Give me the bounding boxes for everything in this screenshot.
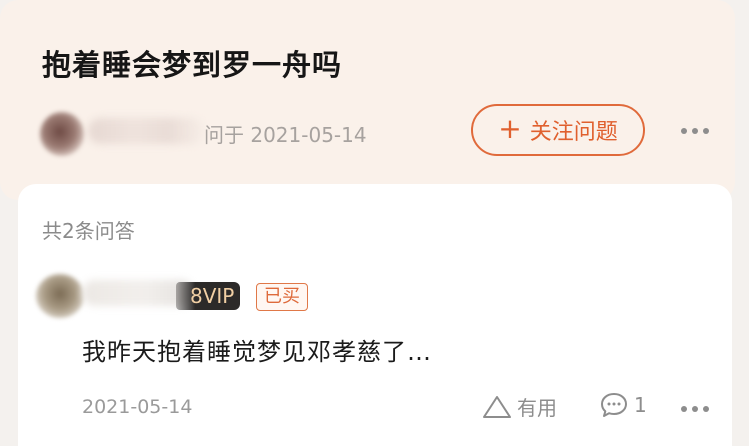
comment-bubble-icon xyxy=(600,392,628,418)
useful-button[interactable]: 有用 xyxy=(482,392,557,421)
answer-date: 2021-05-14 xyxy=(82,396,193,418)
answerer-avatar[interactable] xyxy=(36,274,84,318)
comment-count: 1 xyxy=(634,393,647,417)
answers-card: 共2条问答 8VIP 已买 我昨天抱着睡觉梦见邓孝慈了… 2021-05-14 … xyxy=(18,184,732,446)
follow-button-label: 关注问题 xyxy=(529,120,618,145)
question-card: 抱着睡会梦到罗一舟吗 问于 2021-05-14 + 关注问题 xyxy=(0,0,735,200)
answer-excerpt[interactable]: 我昨天抱着睡觉梦见邓孝慈了… xyxy=(82,332,432,367)
follow-question-button[interactable]: + 关注问题 xyxy=(471,104,645,156)
question-title: 抱着睡会梦到罗一舟吗 xyxy=(42,48,343,82)
useful-label: 有用 xyxy=(517,396,557,420)
answer-count: 共2条问答 xyxy=(42,219,135,243)
answer-more-icon[interactable] xyxy=(681,406,709,412)
comment-button[interactable]: 1 xyxy=(600,392,647,418)
triangle-up-icon xyxy=(482,395,512,419)
qa-page: 抱着睡会梦到罗一舟吗 问于 2021-05-14 + 关注问题 共2条问答 8V… xyxy=(0,0,749,446)
plus-icon: + xyxy=(498,111,522,145)
purchased-badge: 已买 xyxy=(256,283,308,311)
question-more-icon[interactable] xyxy=(681,128,709,134)
asker-name-redacted xyxy=(88,118,204,144)
asked-date: 问于 2021-05-14 xyxy=(204,123,367,147)
vip-badge: 8VIP xyxy=(176,282,241,310)
asker-avatar[interactable] xyxy=(40,112,84,156)
